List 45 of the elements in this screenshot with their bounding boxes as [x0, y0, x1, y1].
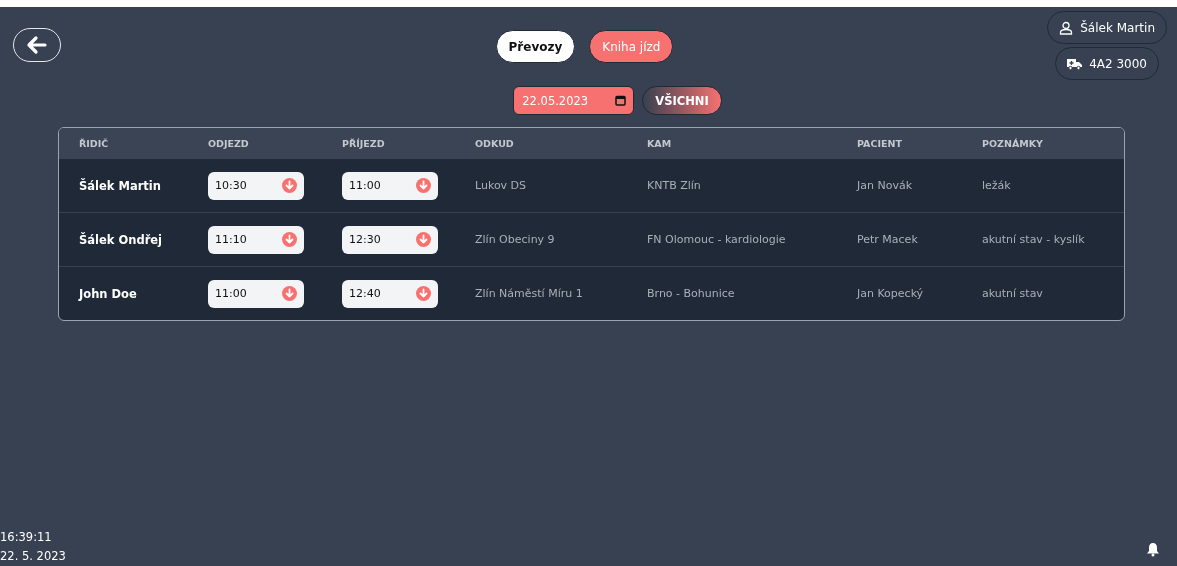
tab[interactable]: Převozy — [495, 30, 576, 63]
down-arrow-icon — [416, 178, 431, 193]
time-field[interactable]: 11:00 — [342, 171, 438, 200]
calendar-icon — [615, 95, 627, 106]
driver-cell-text: Šálek Martin — [79, 178, 162, 193]
down-arrow-icon — [282, 232, 297, 247]
column-header: POZNÁMKY — [982, 138, 1044, 149]
ambulance-icon — [1067, 57, 1083, 70]
time-field[interactable]: 11:00 — [208, 279, 304, 308]
driver-cell-text: Šálek Ondřej — [79, 232, 164, 247]
column-header: KAM — [647, 138, 673, 149]
notes-cell-text: akutní stav — [982, 287, 1044, 300]
clock-date: 22. 5. 2023 — [0, 548, 66, 565]
to-cell-text: KNTB Zlín — [647, 179, 702, 192]
user-button[interactable]: Šálek Martin — [1047, 11, 1167, 44]
from-cell-text: Zlín Obeciny 9 — [475, 233, 556, 246]
back-arrow-icon — [26, 35, 48, 55]
to-cell-text: Brno - Bohunice — [647, 287, 736, 300]
column-header: ODJEZD — [208, 138, 250, 149]
time-field[interactable]: 12:40 — [342, 279, 438, 308]
from-cell-text: Lukov DS — [475, 179, 528, 192]
driver-cell-text: John Doe — [79, 286, 138, 301]
down-arrow-icon — [282, 178, 297, 193]
clock-time: 16:39:11 — [0, 529, 53, 546]
column-header: PACIENT — [857, 138, 903, 149]
patient-cell-text: Jan Kopecký — [857, 287, 925, 300]
from-cell-text: Zlín Náměstí Míru 1 — [475, 287, 584, 300]
column-header: PŘÍJEZD — [342, 138, 386, 149]
user-icon — [1059, 20, 1074, 35]
time-field[interactable]: 11:10 — [208, 225, 304, 254]
all-button[interactable]: VŠICHNI — [642, 86, 722, 115]
vehicle-button[interactable]: 4A2 3000 — [1055, 47, 1159, 80]
time-field[interactable]: 10:30 — [208, 171, 304, 200]
bell-icon[interactable] — [1146, 542, 1160, 557]
time-field[interactable]: 12:30 — [342, 225, 438, 254]
patient-cell-text: Jan Novák — [857, 179, 914, 192]
to-cell-text: FN Olomouc - kardiologie — [647, 233, 787, 246]
notes-cell-text: ležák — [982, 179, 1012, 192]
patient-cell-text: Petr Macek — [857, 233, 919, 246]
down-arrow-icon — [282, 286, 297, 301]
down-arrow-icon — [416, 286, 431, 301]
down-arrow-icon — [416, 232, 431, 247]
notes-cell-text: akutní stav - kyslík — [982, 233, 1086, 246]
column-header: ODKUD — [475, 138, 515, 149]
column-header: ŘIDIČ — [79, 138, 110, 149]
